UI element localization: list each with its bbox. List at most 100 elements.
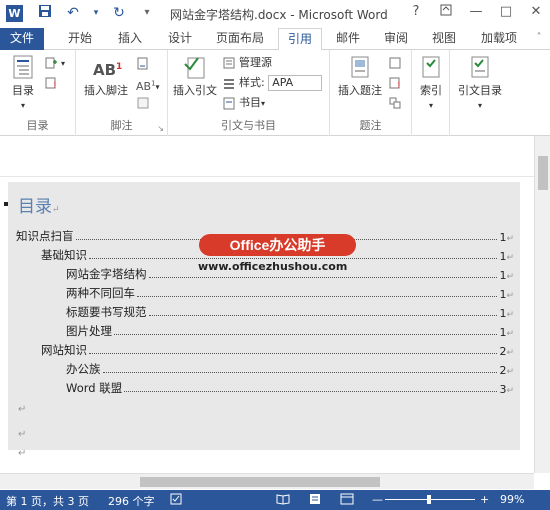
footnote-icon: AB1 bbox=[93, 61, 123, 79]
style-selector[interactable]: 样式: APA bbox=[222, 74, 323, 92]
toc-entry-page: 1 bbox=[499, 307, 507, 320]
page-count[interactable]: 第 1 页，共 3 页 bbox=[6, 493, 89, 509]
footnote-dialog-launcher-icon[interactable]: ↘ bbox=[157, 124, 164, 133]
print-layout-icon[interactable] bbox=[308, 493, 322, 508]
quick-access-toolbar: ↶ ▾ ↻ ▾ bbox=[36, 4, 156, 22]
style-combo[interactable]: APA bbox=[268, 75, 323, 91]
manage-sources-button[interactable]: 管理源 bbox=[222, 54, 272, 72]
toc-leader bbox=[89, 258, 498, 259]
insert-table-of-figures-button[interactable] bbox=[388, 54, 405, 72]
zoom-level[interactable]: 99% bbox=[500, 493, 524, 506]
tab-page-layout[interactable]: 页面布局 bbox=[208, 28, 272, 50]
toc-entry[interactable]: 网站知识 2 ↵ bbox=[8, 340, 514, 358]
footnote-group-label: 脚注 bbox=[110, 119, 133, 132]
toc-button-label: 目录 bbox=[12, 84, 34, 97]
status-bar: 第 1 页，共 3 页 296 个字 — + 99% bbox=[0, 490, 550, 510]
toc-entry-label: Word 联盟 bbox=[66, 381, 123, 395]
redo-icon[interactable]: ↻ bbox=[110, 4, 128, 22]
tab-references[interactable]: 引用 bbox=[278, 28, 322, 51]
web-layout-icon[interactable] bbox=[340, 493, 354, 508]
paragraph-mark: ↵ bbox=[506, 329, 514, 339]
zoom-slider-thumb[interactable] bbox=[427, 495, 431, 504]
ribbon-display-icon[interactable] bbox=[438, 4, 454, 20]
toc-entry[interactable]: 图片处理 1 ↵ bbox=[8, 321, 514, 339]
paragraph-mark: ↵ bbox=[52, 205, 60, 215]
insert-citation-button[interactable]: 插入引文 bbox=[170, 54, 220, 98]
tab-mailings[interactable]: 邮件 bbox=[328, 28, 368, 50]
toc-entry-page: 3 bbox=[499, 383, 507, 396]
window-controls: ? — □ ✕ bbox=[408, 4, 544, 20]
cross-reference-icon bbox=[389, 97, 401, 109]
tab-addins[interactable]: 加载项 bbox=[472, 28, 526, 50]
toc-entry-label: 标题要书写规范 bbox=[66, 305, 147, 319]
citation-table-button[interactable]: 引文目录 ▾ bbox=[454, 54, 506, 111]
citations-group-label: 引文与书目 bbox=[221, 119, 276, 132]
captions-group: 插入题注 ! 题注 bbox=[330, 50, 412, 136]
toc-entry[interactable]: Word 联盟 3 ↵ bbox=[8, 378, 514, 396]
paragraph-mark: ↵ bbox=[506, 348, 514, 358]
tab-insert[interactable]: 插入 bbox=[108, 28, 152, 50]
zoom-out-button[interactable]: — bbox=[372, 493, 383, 506]
insert-footnote-button[interactable]: AB1 插入脚注 bbox=[80, 54, 132, 98]
bibliography-icon bbox=[223, 97, 235, 110]
paragraph-mark: ↵ bbox=[506, 234, 514, 244]
collapse-ribbon-icon[interactable]: ˄ bbox=[530, 28, 548, 50]
customize-qat-icon[interactable]: ▾ bbox=[138, 4, 156, 22]
document-area[interactable]: 目录↵ 知识点扫盲 1 ↵ 基础知识 1 ↵ 网站金字塔结构 1 ↵ 两种不同回车 1 ↵ 标题… bbox=[0, 136, 534, 473]
toc-field[interactable]: 目录↵ 知识点扫盲 1 ↵ 基础知识 1 ↵ 网站金字塔结构 1 ↵ 两种不同回车 1 ↵ 标题… bbox=[8, 182, 520, 450]
proofing-icon[interactable] bbox=[170, 493, 184, 508]
horizontal-scroll-thumb[interactable] bbox=[140, 477, 380, 487]
paragraph-mark: ↵ bbox=[506, 253, 514, 263]
window-title: 网站金字塔结构.docx - Microsoft Word bbox=[170, 8, 388, 22]
toc-entry-label: 网站知识 bbox=[41, 343, 87, 357]
next-footnote-button[interactable]: AB1▾ bbox=[136, 74, 160, 93]
toc-entry-label: 网站金字塔结构 bbox=[66, 267, 147, 281]
toc-leader bbox=[89, 353, 498, 354]
undo-icon[interactable]: ↶ bbox=[64, 4, 82, 22]
toc-entry-page: 1 bbox=[499, 326, 507, 339]
tab-design[interactable]: 设计 bbox=[158, 28, 202, 50]
endnote-icon bbox=[137, 57, 148, 70]
tab-home[interactable]: 开始 bbox=[58, 28, 102, 50]
close-button[interactable]: ✕ bbox=[528, 4, 544, 20]
horizontal-scrollbar[interactable] bbox=[0, 473, 534, 489]
read-mode-icon[interactable] bbox=[276, 493, 290, 508]
insert-caption-button[interactable]: 插入题注 bbox=[336, 54, 384, 98]
zoom-in-button[interactable]: + bbox=[480, 493, 489, 506]
update-figures-button[interactable]: ! bbox=[388, 74, 405, 92]
vertical-scrollbar[interactable] bbox=[534, 136, 550, 473]
vertical-scroll-thumb[interactable] bbox=[538, 156, 548, 190]
add-text-button[interactable]: ▾ bbox=[44, 54, 65, 72]
minimize-button[interactable]: — bbox=[468, 4, 484, 20]
toc-entry[interactable]: 办公族 2 ↵ bbox=[8, 359, 514, 377]
bibliography-button[interactable]: 书目▾ bbox=[222, 94, 265, 112]
toc-button[interactable]: 目录 ▾ bbox=[6, 54, 40, 111]
index-button[interactable]: 索引 ▾ bbox=[416, 54, 446, 111]
citation-table-icon bbox=[471, 56, 489, 78]
tab-review[interactable]: 审阅 bbox=[376, 28, 416, 50]
word-count[interactable]: 296 个字 bbox=[108, 493, 155, 509]
insert-endnote-button[interactable] bbox=[136, 54, 153, 72]
toc-entry[interactable]: 标题要书写规范 1 ↵ bbox=[8, 302, 514, 320]
show-notes-button[interactable] bbox=[136, 94, 153, 112]
cross-reference-button[interactable] bbox=[388, 94, 405, 112]
index-group: 索引 ▾ bbox=[412, 50, 450, 136]
restore-button[interactable]: □ bbox=[498, 4, 514, 20]
undo-dropdown-icon[interactable]: ▾ bbox=[92, 4, 100, 22]
toc-entry-page: 2 bbox=[499, 345, 507, 358]
help-icon[interactable]: ? bbox=[408, 4, 424, 20]
save-icon[interactable] bbox=[36, 4, 54, 22]
toc-entry[interactable]: 两种不同回车 1 ↵ bbox=[8, 283, 514, 301]
next-footnote-icon: AB1 bbox=[136, 79, 156, 93]
paragraph-mark: ↵ bbox=[506, 310, 514, 320]
svg-text:!: ! bbox=[53, 81, 57, 90]
tab-file[interactable]: 文件 bbox=[0, 28, 44, 50]
tab-view[interactable]: 视图 bbox=[424, 28, 464, 50]
update-table-button[interactable]: ! bbox=[44, 74, 61, 92]
toc-entry-page: 1 bbox=[499, 269, 507, 282]
empty-paragraph: ↵ bbox=[18, 429, 27, 440]
insert-citation-label: 插入引文 bbox=[173, 84, 217, 97]
svg-text:!: ! bbox=[397, 81, 401, 90]
toc-entry-page: 1 bbox=[499, 231, 507, 244]
table-of-authorities-group: 引文目录 ▾ bbox=[450, 50, 512, 136]
